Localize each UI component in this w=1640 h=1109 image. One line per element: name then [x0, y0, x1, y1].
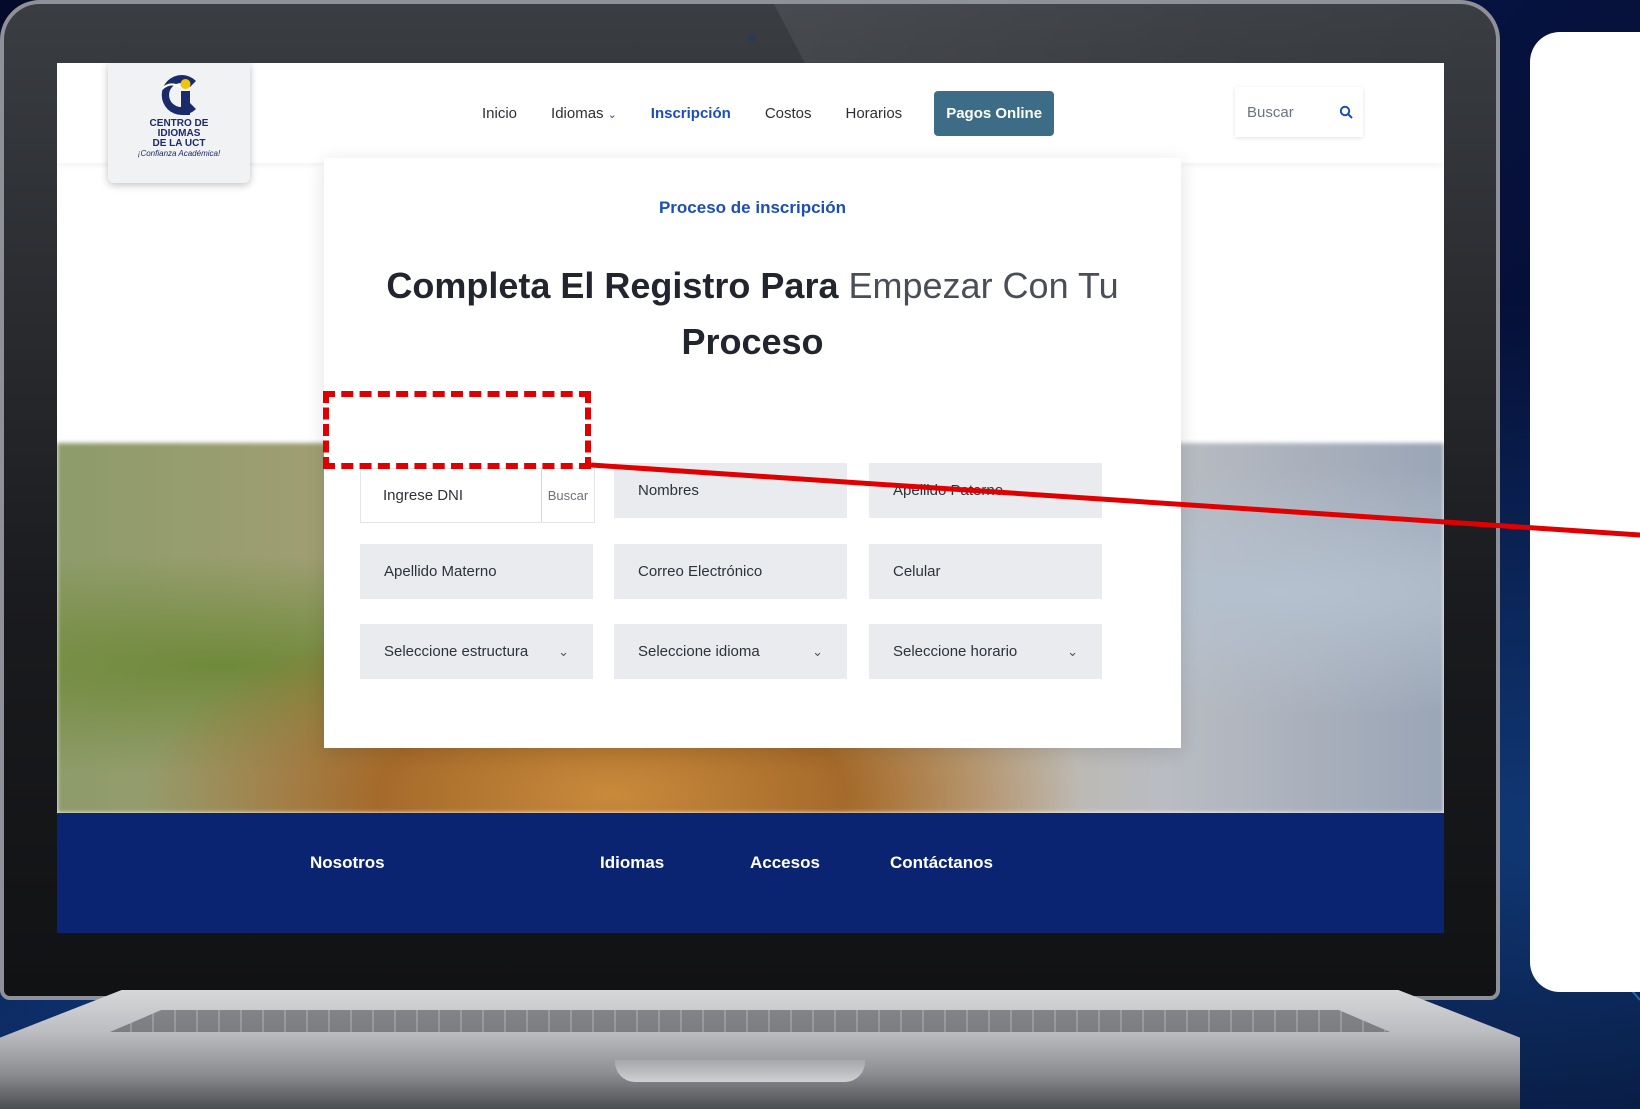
laptop-notch	[615, 1060, 865, 1082]
horario-select[interactable]: Seleccione horario ⌄	[869, 624, 1102, 679]
apellido-materno-field[interactable]: Apellido Materno	[360, 544, 593, 599]
correo-placeholder: Correo Electrónico	[638, 563, 763, 580]
form-title-part-1: Completa El Registro Para	[386, 265, 849, 306]
chevron-down-icon: ⌄	[558, 643, 569, 659]
logo-tagline: ¡Confianza Académica!	[137, 149, 221, 158]
search-icon[interactable]	[1339, 105, 1353, 119]
logo-emblem-icon	[154, 71, 204, 119]
footer-idiomas[interactable]: Idiomas	[600, 853, 664, 873]
dni-highlight-annotation	[323, 391, 591, 469]
celular-field[interactable]: Celular	[869, 544, 1102, 599]
apellido-paterno-field[interactable]: Apellido Paterno	[869, 463, 1102, 518]
idioma-selected: Seleccione idioma	[638, 643, 760, 660]
site-footer	[57, 813, 1444, 933]
dni-field[interactable]: Ingrese DNI Buscar	[360, 468, 595, 523]
site-logo[interactable]: CENTRO DE IDIOMAS DE LA UCT ¡Confianza A…	[108, 63, 250, 183]
footer-accesos[interactable]: Accesos	[750, 853, 820, 873]
estructura-selected: Seleccione estructura	[384, 643, 529, 660]
apellido-materno-placeholder: Apellido Materno	[384, 563, 497, 580]
laptop-base	[0, 990, 1520, 1109]
logo-line-3: DE LA UCT	[152, 138, 206, 149]
form-title: Completa El Registro Para Empezar Con Tu…	[384, 258, 1121, 370]
nav-item-idiomas-label: Idiomas	[551, 104, 604, 122]
nav-item-costos[interactable]: Costos	[765, 105, 812, 122]
site-header: CENTRO DE IDIOMAS DE LA UCT ¡Confianza A…	[57, 63, 1444, 183]
dni-search-button[interactable]: Buscar	[541, 469, 594, 522]
side-callout-panel	[1530, 32, 1640, 992]
footer-contactanos[interactable]: Contáctanos	[890, 853, 993, 873]
nav-item-inicio[interactable]: Inicio	[482, 105, 517, 122]
laptop-screen: CENTRO DE IDIOMAS DE LA UCT ¡Confianza A…	[57, 63, 1444, 933]
form-eyebrow: Proceso de inscripción	[658, 198, 847, 217]
nav-item-inscripcion[interactable]: Inscripción	[651, 105, 731, 122]
search-placeholder: Buscar	[1247, 103, 1294, 121]
celular-placeholder: Celular	[893, 563, 941, 580]
form-title-part-2: Empezar Con Tu	[848, 265, 1119, 306]
estructura-select[interactable]: Seleccione estructura ⌄	[360, 624, 593, 679]
nombres-placeholder: Nombres	[638, 482, 699, 499]
webcam-icon	[748, 34, 756, 42]
correo-field[interactable]: Correo Electrónico	[614, 544, 847, 599]
chevron-down-icon: ⌄	[607, 108, 617, 121]
chevron-down-icon: ⌄	[1067, 643, 1078, 659]
footer-nosotros[interactable]: Nosotros	[310, 853, 385, 873]
nav-item-idiomas[interactable]: Idiomas ⌄	[551, 105, 617, 122]
nombres-field[interactable]: Nombres	[614, 463, 847, 518]
dni-input[interactable]: Ingrese DNI	[383, 487, 463, 504]
idioma-select[interactable]: Seleccione idioma ⌄	[614, 624, 847, 679]
form-title-part-3: Proceso	[681, 321, 824, 362]
apellido-paterno-placeholder: Apellido Paterno	[893, 482, 1004, 499]
pagos-online-button[interactable]: Pagos Online	[934, 90, 1055, 136]
horario-selected: Seleccione horario	[893, 643, 1018, 660]
main-nav: Inicio Idiomas ⌄ Inscripción Costos Horar…	[482, 63, 1055, 163]
chevron-down-icon: ⌄	[812, 643, 823, 659]
nav-item-horarios[interactable]: Horarios	[846, 105, 903, 122]
keyboard-edge	[110, 1010, 1390, 1032]
search-input[interactable]: Buscar	[1235, 87, 1363, 137]
